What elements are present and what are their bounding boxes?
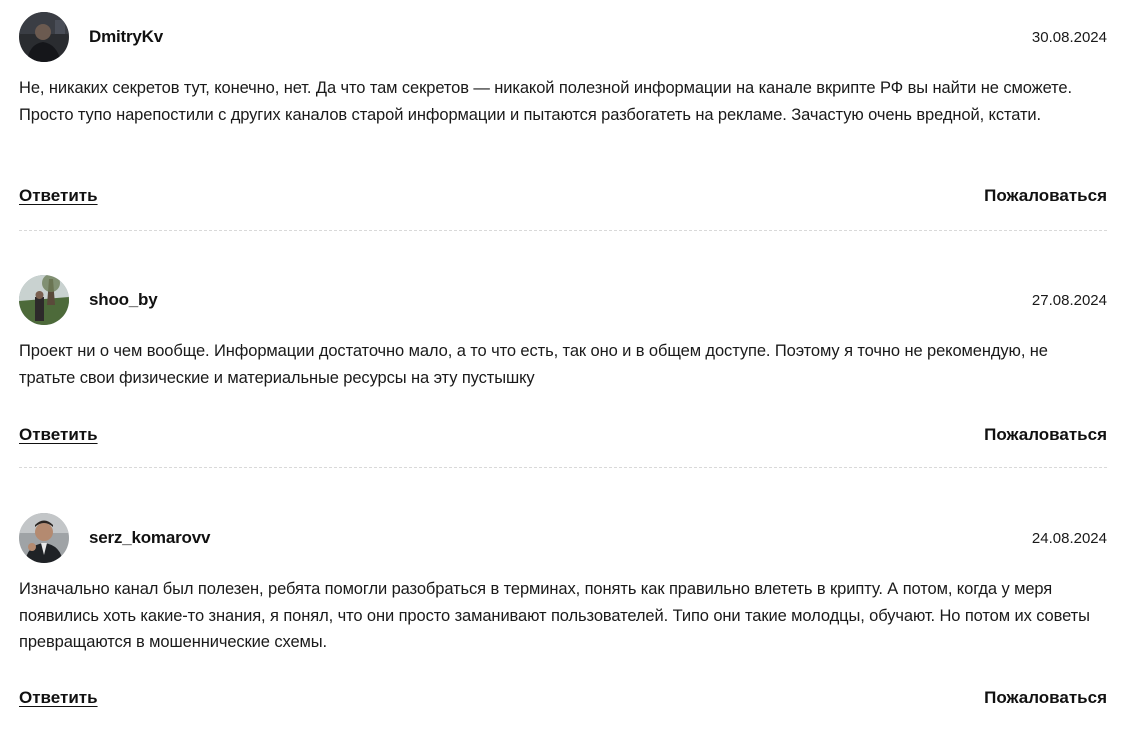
comment-actions: Ответить Пожаловаться	[19, 688, 1107, 712]
comment-header: serz_komarovv 24.08.2024	[19, 513, 1107, 563]
report-link[interactable]: Пожаловаться	[984, 186, 1107, 206]
comments-list: DmitryKv 30.08.2024 Не, никаких секретов…	[0, 0, 1126, 729]
author-name[interactable]: DmitryKv	[89, 27, 163, 47]
reply-link[interactable]: Ответить	[19, 425, 98, 445]
comment-text: Не, никаких секретов тут, конечно, нет. …	[19, 79, 1072, 124]
avatar[interactable]	[19, 513, 69, 563]
report-link[interactable]: Пожаловаться	[984, 688, 1107, 708]
avatar-image	[19, 275, 69, 325]
comment-text: Проект ни о чем вообще. Информации доста…	[19, 342, 1048, 387]
comment-divider	[19, 230, 1107, 231]
comment-item: DmitryKv 30.08.2024 Не, никаких секретов…	[19, 12, 1107, 128]
reply-link[interactable]: Ответить	[19, 688, 98, 708]
avatar-image	[19, 12, 69, 62]
avatar[interactable]	[19, 275, 69, 325]
author-name[interactable]: serz_komarovv	[89, 528, 210, 548]
avatar-image	[19, 513, 69, 563]
avatar[interactable]	[19, 12, 69, 62]
author-name[interactable]: shoo_by	[89, 290, 158, 310]
comment-date: 24.08.2024	[1031, 530, 1107, 547]
comment-item: shoo_by 27.08.2024 Проект ни о чем вообщ…	[19, 275, 1107, 391]
report-link[interactable]: Пожаловаться	[984, 425, 1107, 445]
comment-item: serz_komarovv 24.08.2024 Изначально кана…	[19, 513, 1107, 656]
comment-header: shoo_by 27.08.2024	[19, 275, 1107, 325]
reply-link[interactable]: Ответить	[19, 186, 98, 206]
comment-divider	[19, 467, 1107, 468]
comment-header: DmitryKv 30.08.2024	[19, 12, 1107, 62]
comment-actions: Ответить Пожаловаться	[19, 425, 1107, 449]
comment-text: Изначально канал был полезен, ребята пом…	[19, 580, 1090, 651]
comment-date: 30.08.2024	[1031, 29, 1107, 46]
comment-date: 27.08.2024	[1031, 292, 1107, 309]
comment-actions: Ответить Пожаловаться	[19, 186, 1107, 210]
